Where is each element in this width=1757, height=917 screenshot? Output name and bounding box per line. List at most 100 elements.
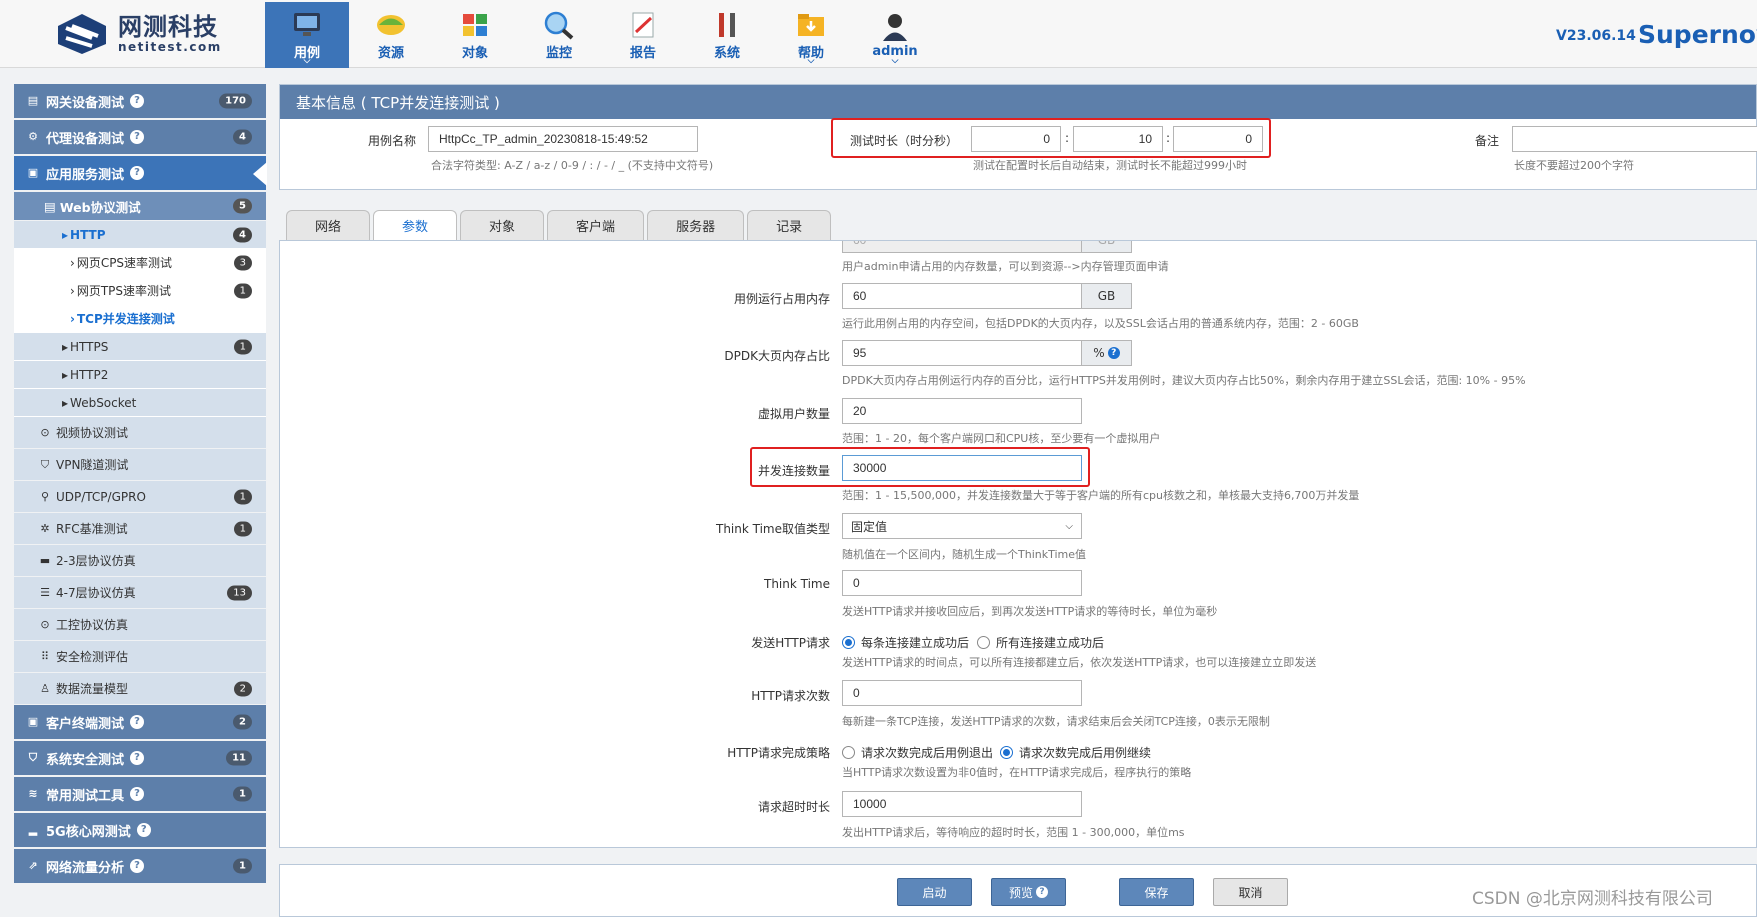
think-time-input[interactable]: 0 xyxy=(842,570,1082,596)
remark-label: 备注 xyxy=(1475,134,1500,148)
params-panel: 60 GB 用户admin申请占用的内存数量，可以到资源-->内存管理页面申请 … xyxy=(279,240,1757,848)
sidebar-app-icon: ⛉ xyxy=(40,457,50,471)
send-option-each-label: 每条连接建立成功后 xyxy=(861,636,970,650)
policy-label: HTTP请求完成策略 xyxy=(727,746,830,760)
nav-item-6[interactable]: 帮助 ⌵ xyxy=(769,2,853,68)
policy-option-continue[interactable]: 请求次数完成后用例继续 xyxy=(1000,744,1151,761)
sidebar-item-label: 网页CPS速率测试 xyxy=(76,256,173,270)
sidebar-bottom-group-0[interactable]: ▣ 客户终端测试? 2 xyxy=(14,705,266,739)
dpdk-hint: DPDK大页内存占用例运行内存的百分比，运行HTTPS并发用例时，建议大页内存占… xyxy=(842,374,1526,387)
sidebar-group-label: 常用测试工具 xyxy=(46,788,125,804)
admin-memory-input[interactable]: 60 xyxy=(842,241,1082,253)
radio-checked-icon xyxy=(1000,746,1013,759)
policy-option-exit[interactable]: 请求次数完成后用例退出 xyxy=(842,744,993,761)
sidebar-app-item-6[interactable]: ⊙ 工控协议仿真 xyxy=(14,609,266,640)
count-badge: 2 xyxy=(233,714,252,730)
help-icon[interactable]: ? xyxy=(130,130,145,144)
monitor-search-icon xyxy=(543,10,575,40)
sidebar-app-item-1[interactable]: ⛉ VPN隧道测试 xyxy=(14,449,266,480)
chevron-down-icon: ⌵ xyxy=(891,56,899,66)
sidebar-app-item-4[interactable]: ▬ 2-3层协议仿真 xyxy=(14,545,266,576)
count-badge: 13 xyxy=(227,585,252,600)
tab-4[interactable]: 服务器 xyxy=(647,210,745,240)
dpdk-input[interactable]: 95 xyxy=(842,340,1082,366)
sidebar-item-3[interactable]: › TCP并发连接测试 xyxy=(14,305,266,333)
dpdk-label: DPDK大页内存占比 xyxy=(724,349,830,363)
company-logo[interactable]: 网测科技 netitest.com xyxy=(52,12,222,56)
save-button[interactable]: 保存 xyxy=(1119,878,1194,906)
http-count-input[interactable]: 0 xyxy=(842,680,1082,706)
send-option-all[interactable]: 所有连接建立成功后 xyxy=(977,634,1104,651)
help-icon[interactable]: ? xyxy=(130,859,145,873)
vusers-input[interactable]: 20 xyxy=(842,398,1082,424)
preview-button[interactable]: 预览? xyxy=(991,878,1066,906)
sidebar-app-item-2[interactable]: ⚲ UDP/TCP/GPRO 1 xyxy=(14,481,266,512)
sidebar-bottom-group-4[interactable]: ⇗ 网络流量分析? 1 xyxy=(14,849,266,883)
help-icon[interactable]: ? xyxy=(130,715,145,729)
tab-5[interactable]: 记录 xyxy=(747,210,832,240)
timeout-label: 请求超时时长 xyxy=(757,800,830,814)
sidebar-app-icon: ⊙ xyxy=(40,618,50,631)
nav-item-0[interactable]: 用例 ⌵ xyxy=(265,2,349,68)
nav-item-5[interactable]: 系统 xyxy=(685,2,769,68)
timeout-input[interactable]: 10000 xyxy=(842,791,1082,817)
sidebar-item-label: TCP并发连接测试 xyxy=(76,312,175,326)
sidebar-group-2[interactable]: ▣ 应用服务测试? xyxy=(14,156,267,190)
remark-input[interactable] xyxy=(1512,126,1757,152)
count-badge: 1 xyxy=(233,521,252,536)
help-icon[interactable]: ? xyxy=(130,787,145,801)
sidebar-item-1[interactable]: › 网页CPS速率测试 3 xyxy=(14,249,266,277)
help-icon[interactable]: ? xyxy=(130,751,145,765)
count-badge: 1 xyxy=(233,339,252,354)
nav-item-4[interactable]: 报告 xyxy=(601,2,685,68)
sidebar-app-icon: ⚲ xyxy=(40,490,50,503)
sidebar-sub-web[interactable]: ▤ Web协议测试 5 xyxy=(14,192,266,220)
tab-2[interactable]: 对象 xyxy=(460,210,545,240)
start-button[interactable]: 启动 xyxy=(897,878,972,906)
tab-0[interactable]: 网络 xyxy=(286,210,371,240)
sidebar-app-item-5[interactable]: ☰ 4-7层协议仿真 13 xyxy=(14,577,266,608)
sidebar-app-item-0[interactable]: ⊙ 视频协议测试 xyxy=(14,417,266,448)
sidebar-item-label: HTTP2 xyxy=(70,367,109,382)
send-option-each[interactable]: 每条连接建立成功后 xyxy=(842,634,969,651)
sidebar-item-0[interactable]: ▸ HTTP 4 xyxy=(14,221,266,249)
nav-item-2[interactable]: 对象 xyxy=(433,2,517,68)
sidebar-item-5[interactable]: ▸ HTTP2 xyxy=(14,361,266,389)
sidebar: ▤ 网关设备测试? 170 ⚙ 代理设备测试? 4 ▣ 应用服务测试? ▤ Web协议测试 5 ▸ … xyxy=(14,84,267,885)
sidebar-bottom-group-1[interactable]: ⛉ 系统安全测试? 11 xyxy=(14,741,266,775)
sidebar-bottom-group-3[interactable]: ▂ 5G核心网测试? xyxy=(14,813,266,847)
cancel-button[interactable]: 取消 xyxy=(1213,878,1288,906)
case-name-input[interactable]: HttpCc_TP_admin_20230818-15:49:52 xyxy=(428,126,698,152)
nav-item-7[interactable]: admin ⌵ xyxy=(853,2,937,68)
tab-3[interactable]: 客户端 xyxy=(547,210,645,240)
sidebar-item-4[interactable]: ▸ HTTPS 1 xyxy=(14,333,266,361)
tab-1[interactable]: 参数 xyxy=(373,210,458,240)
send-http-hint: 发送HTTP请求的时间点，可以所有连接都建立后，依次发送HTTP请求，也可以连接… xyxy=(842,656,1317,669)
count-badge: 3 xyxy=(233,255,252,270)
count-badge: 4 xyxy=(233,129,252,145)
help-icon[interactable]: ? xyxy=(130,94,145,108)
nav-item-1[interactable]: 资源 xyxy=(349,2,433,68)
sidebar-item-6[interactable]: ▸ WebSocket xyxy=(14,389,266,417)
help-icon[interactable]: ? xyxy=(136,823,151,837)
think-type-select[interactable]: 固定值 ⌵ xyxy=(842,513,1082,539)
memory-hint: 运行此用例占用的内存空间，包括DPDK的大页内存，以及SSL会话占用的普通系统内… xyxy=(842,317,1359,330)
help-folder-icon xyxy=(795,10,827,40)
sidebar-app-item-7[interactable]: ⠿ 安全检测评估 xyxy=(14,641,266,672)
active-pointer xyxy=(253,162,267,186)
memory-input[interactable]: 60 xyxy=(842,283,1082,309)
sidebar-item-2[interactable]: › 网页TPS速率测试 1 xyxy=(14,277,266,305)
help-icon[interactable]: ? xyxy=(1107,347,1120,359)
sidebar-bottom-group-2[interactable]: ≋ 常用测试工具? 1 xyxy=(14,777,266,811)
send-option-all-label: 所有连接建立成功后 xyxy=(996,636,1105,650)
sidebar-sub-label: Web协议测试 xyxy=(59,199,141,215)
sidebar-group-0[interactable]: ▤ 网关设备测试? 170 xyxy=(14,84,266,118)
sidebar-group-1[interactable]: ⚙ 代理设备测试? 4 xyxy=(14,120,266,154)
help-icon[interactable]: ? xyxy=(130,166,145,180)
http-count-hint: 每新建一条TCP连接，发送HTTP请求的次数，请求结束后会关闭TCP连接，0表示… xyxy=(842,715,1270,728)
report-icon xyxy=(627,10,659,40)
dpdk-unit: %? xyxy=(1082,340,1132,366)
nav-item-3[interactable]: 监控 xyxy=(517,2,601,68)
sidebar-app-item-8[interactable]: ♙ 数据流量模型 2 xyxy=(14,673,266,704)
sidebar-app-item-3[interactable]: ✲ RFC基准测试 1 xyxy=(14,513,266,544)
